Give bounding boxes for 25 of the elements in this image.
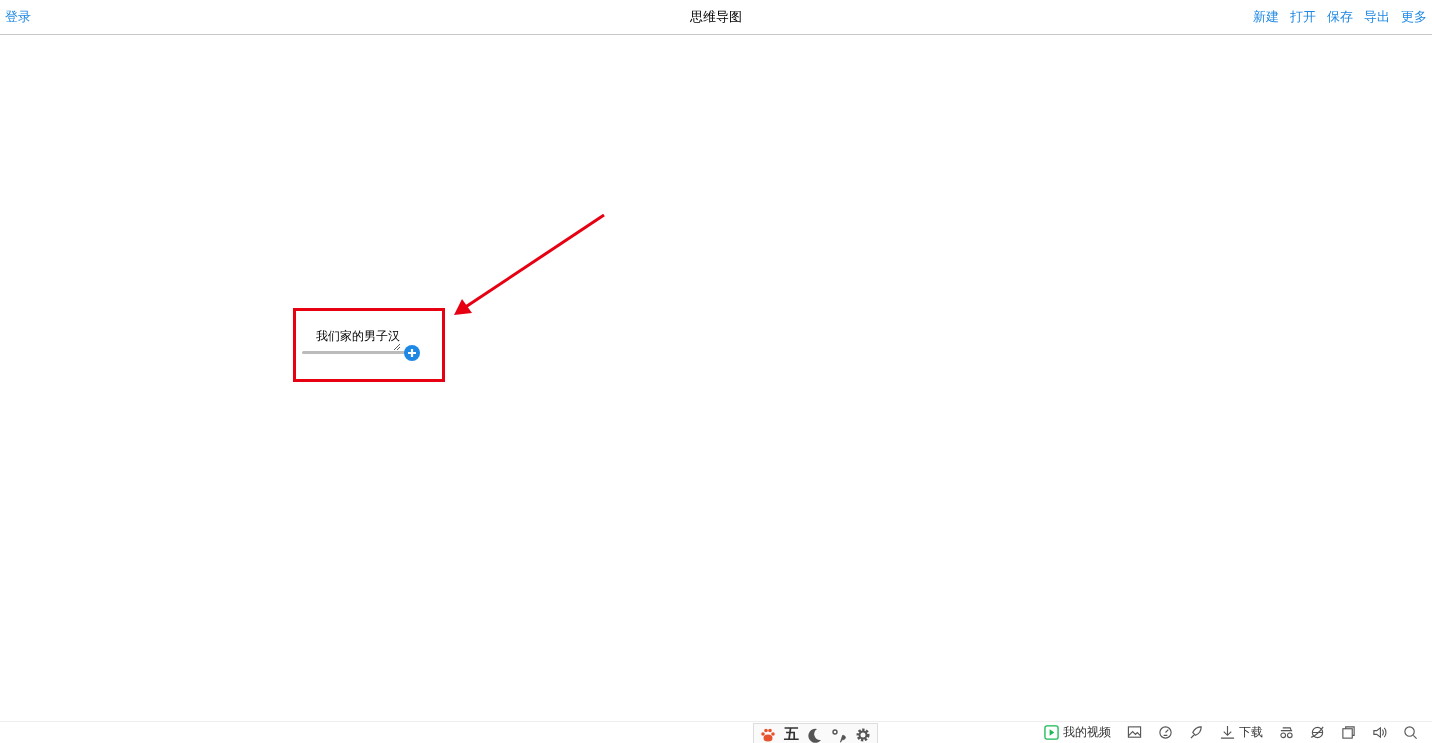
add-child-icon[interactable] [404, 345, 420, 361]
moon-icon[interactable] [807, 726, 823, 743]
login-link[interactable]: 登录 [5, 8, 31, 26]
glasses-icon[interactable] [1279, 725, 1294, 740]
settings-icon[interactable] [855, 726, 871, 743]
toolbar-link[interactable]: 导出 [1364, 8, 1390, 26]
toolbar-link[interactable]: 更多 [1401, 8, 1427, 26]
resize-handle-icon[interactable] [393, 343, 401, 351]
toolbar-link[interactable]: 保存 [1327, 8, 1353, 26]
window-icon[interactable] [1341, 725, 1356, 740]
paw-icon[interactable] [760, 726, 776, 743]
mind-map-node[interactable]: 我们家的男子汉 [316, 328, 400, 345]
play-icon [1044, 725, 1059, 740]
page-title: 思维导图 [690, 8, 742, 26]
punctuation-icon[interactable] [831, 726, 847, 743]
my-videos-button[interactable]: 我的视频 [1044, 724, 1111, 741]
download-button[interactable]: 下载 [1220, 724, 1263, 741]
search-icon[interactable] [1403, 725, 1418, 740]
image-icon[interactable] [1127, 725, 1142, 740]
toolbar-link[interactable]: 打开 [1290, 8, 1316, 26]
volume-icon[interactable] [1372, 725, 1387, 740]
toolbar-link[interactable]: 新建 [1253, 8, 1279, 26]
input-mode[interactable]: 五 [784, 725, 799, 743]
speed-icon[interactable] [1158, 725, 1173, 740]
download-icon [1220, 725, 1235, 740]
